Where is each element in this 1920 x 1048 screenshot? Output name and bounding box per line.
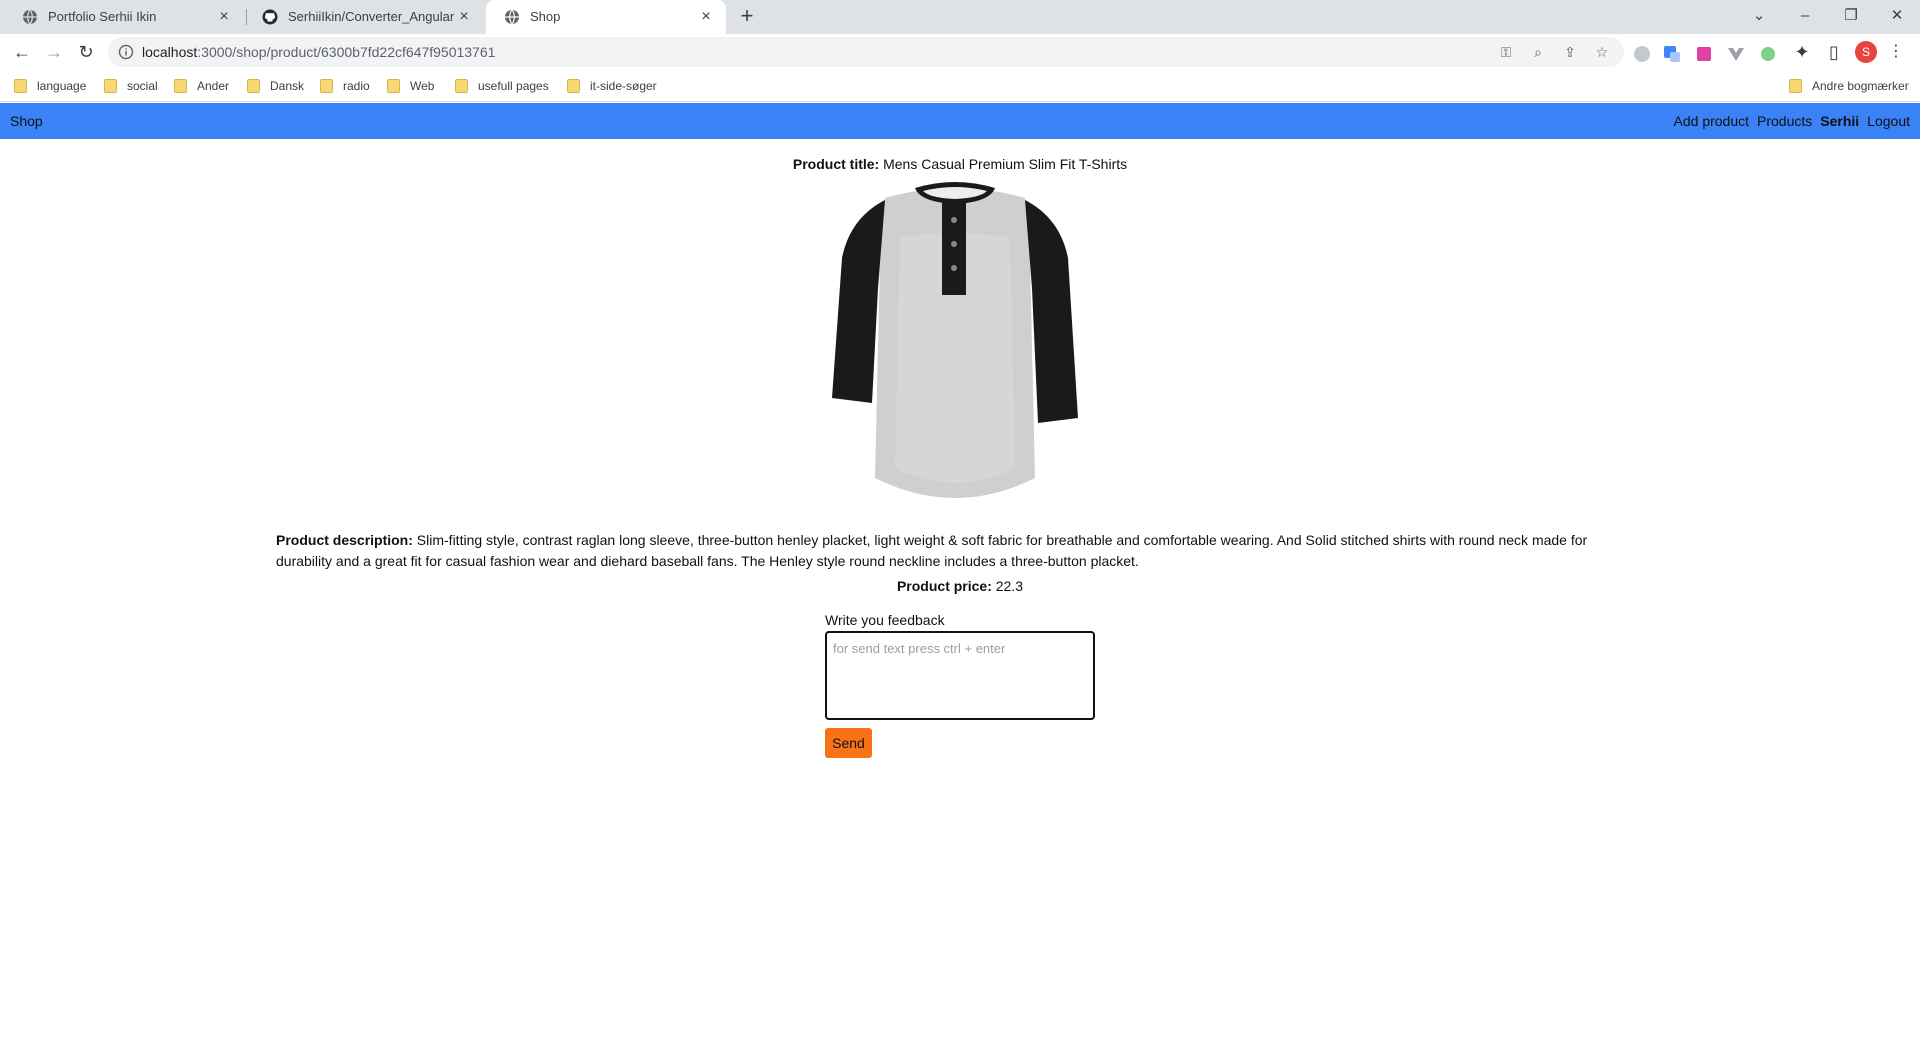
translate-extension-icon[interactable]	[1662, 44, 1682, 64]
bookmark-label: social	[127, 79, 158, 93]
product-description: Product description: Slim-fitting style,…	[276, 530, 1646, 572]
tab-shop[interactable]: Shop ×	[486, 0, 726, 34]
key-icon[interactable]: ⚿	[1498, 44, 1514, 60]
tab-search-icon[interactable]: ⌄	[1736, 0, 1782, 30]
browser-toolbar: ← → ↻ localhost:3000/shop/product/6300b7…	[0, 34, 1920, 70]
close-icon[interactable]: ×	[214, 7, 234, 27]
logout-link[interactable]: Logout	[1867, 113, 1910, 129]
bookmark-folder[interactable]: social	[104, 77, 158, 95]
product-image	[832, 182, 1078, 498]
bookmark-folder[interactable]: it-side-søger	[567, 77, 657, 95]
new-tab-icon[interactable]: +	[735, 5, 759, 29]
bookmark-folder[interactable]: Web	[387, 77, 434, 95]
products-link[interactable]: Products	[1757, 113, 1812, 129]
bookmark-label: radio	[343, 79, 370, 93]
product-title: Product title: Mens Casual Premium Slim …	[0, 156, 1920, 172]
folder-icon	[14, 79, 27, 93]
info-icon[interactable]	[118, 44, 134, 60]
send-button[interactable]: Send	[825, 728, 872, 758]
bookmark-folder[interactable]: Dansk	[247, 77, 304, 95]
folder-icon	[174, 79, 187, 93]
other-bookmarks[interactable]: Andre bogmærker	[1789, 77, 1909, 95]
extensions-puzzle-icon[interactable]: ✦	[1790, 40, 1814, 64]
folder-icon	[387, 79, 400, 93]
nav-links: Add product Products Serhii Logout	[1674, 113, 1910, 129]
folder-icon	[455, 79, 468, 93]
tab-strip: Portfolio Serhii Ikin × SerhiiIkin/Conve…	[0, 0, 1920, 34]
bookmark-label: usefull pages	[478, 79, 549, 93]
tab-portfolio[interactable]: Portfolio Serhii Ikin ×	[4, 0, 244, 34]
bookmark-label: it-side-søger	[590, 79, 657, 93]
bookmark-folder[interactable]: radio	[320, 77, 370, 95]
folder-icon	[320, 79, 333, 93]
product-price: Product price: 22.3	[0, 578, 1920, 594]
bookmark-folder[interactable]: language	[14, 77, 86, 95]
close-icon[interactable]: ×	[454, 7, 474, 27]
feedback-textarea[interactable]	[825, 631, 1095, 720]
restore-icon[interactable]: ❐	[1828, 0, 1874, 30]
url-text: localhost:3000/shop/product/6300b7fd22cf…	[142, 44, 495, 60]
product-title-value: Mens Casual Premium Slim Fit T-Shirts	[883, 156, 1128, 172]
github-icon	[262, 9, 278, 25]
brand-link[interactable]: Shop	[10, 113, 43, 129]
feedback-label: Write you feedback	[825, 612, 945, 628]
bookmark-label: language	[37, 79, 87, 93]
share-icon[interactable]: ⇪	[1562, 44, 1578, 60]
minimize-icon[interactable]: –	[1782, 0, 1828, 30]
zoom-icon[interactable]: ⌕	[1530, 44, 1546, 60]
other-bookmarks-label: Andre bogmærker	[1812, 79, 1909, 93]
folder-icon	[104, 79, 117, 93]
tab-github[interactable]: SerhiiIkin/Converter_Angular ×	[244, 0, 484, 34]
bookmark-folder[interactable]: Ander	[174, 77, 229, 95]
add-product-link[interactable]: Add product	[1674, 113, 1750, 129]
globe-icon	[23, 9, 37, 25]
color-extension-icon[interactable]	[1694, 44, 1714, 64]
tab-title: Shop	[530, 9, 561, 24]
bookmark-label: Dansk	[270, 79, 305, 93]
product-description-label: Product description:	[276, 532, 413, 548]
product-price-label: Product price:	[896, 578, 992, 594]
close-window-icon[interactable]: ✕	[1874, 0, 1920, 30]
bookmark-label: Ander	[197, 79, 230, 93]
tab-title: SerhiiIkin/Converter_Angular	[288, 9, 455, 24]
product-description-text: Slim-fitting style, contrast raglan long…	[276, 532, 1588, 569]
folder-icon	[247, 79, 260, 93]
close-icon[interactable]: ×	[696, 7, 716, 27]
adblock-extension-icon[interactable]	[1632, 44, 1652, 64]
reload-icon[interactable]: ↻	[74, 40, 98, 64]
product-title-label: Product title:	[792, 156, 880, 172]
more-menu-icon[interactable]: ⋮	[1888, 42, 1904, 62]
profile-avatar[interactable]: S	[1855, 41, 1877, 63]
forward-icon[interactable]: →	[42, 40, 66, 64]
user-name: Serhii	[1820, 113, 1860, 129]
star-icon[interactable]: ☆	[1594, 44, 1610, 60]
side-panel-icon[interactable]: ▯	[1822, 40, 1846, 64]
bookmarks-bar: language social Ander Dansk radio Web us…	[0, 70, 1920, 102]
url-path: :3000/shop/product/6300b7fd22cf647f95013…	[197, 44, 496, 60]
green-extension-icon[interactable]	[1758, 44, 1778, 64]
address-bar[interactable]: localhost:3000/shop/product/6300b7fd22cf…	[108, 37, 1624, 67]
folder-icon	[1789, 79, 1802, 93]
url-host: localhost	[142, 44, 198, 60]
vue-extension-icon[interactable]	[1726, 44, 1746, 64]
bookmark-label: Web	[410, 79, 435, 93]
bookmark-folder[interactable]: usefull pages	[455, 77, 549, 95]
globe-icon	[505, 9, 519, 25]
folder-icon	[567, 79, 580, 93]
product-price-value: 22.3	[995, 578, 1024, 594]
app-navbar: Shop Add product Products Serhii Logout	[0, 103, 1920, 139]
tab-title: Portfolio Serhii Ikin	[48, 9, 157, 24]
back-icon[interactable]: ←	[10, 40, 34, 64]
